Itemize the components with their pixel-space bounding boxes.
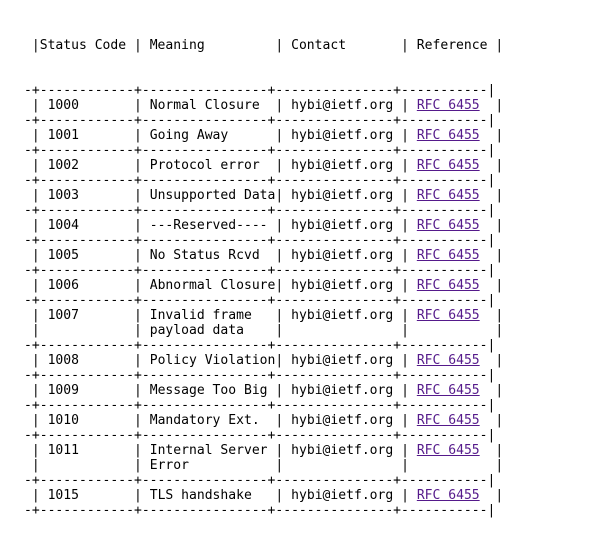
cell-contact: hybi@ietf.org	[291, 278, 402, 293]
row-separator: -+------------+----------------+--------…	[24, 233, 496, 248]
row-separator: -+------------+----------------+--------…	[24, 83, 496, 98]
table-row: | | payload data | | |	[24, 323, 504, 338]
cell-contact: hybi@ietf.org	[291, 248, 402, 263]
cell-status-code: 1010	[47, 413, 127, 428]
table-header: |Status Code | Meaning | Contact | Refer…	[24, 38, 504, 53]
row-separator: -+------------+----------------+--------…	[24, 503, 496, 518]
cell-contact	[291, 323, 401, 338]
table-row: | 1000 | Normal Closure | hybi@ietf.org …	[24, 98, 504, 113]
header-reference: Reference	[416, 38, 488, 53]
cell-meaning: Error	[149, 458, 276, 473]
row-separator: -+------------+----------------+--------…	[24, 398, 496, 413]
table-row: | 1002 | Protocol error | hybi@ietf.org …	[24, 158, 504, 173]
cell-meaning: No Status Rcvd	[149, 248, 276, 263]
cell-status-code: 1009	[47, 383, 127, 398]
cell-status-code: 1008	[47, 353, 127, 368]
row-separator: -+------------+----------------+--------…	[24, 203, 496, 218]
reference-link[interactable]: RFC 6455	[417, 353, 480, 368]
reference-link[interactable]: RFC 6455	[417, 218, 480, 233]
table-body: -+------------+----------------+--------…	[24, 83, 503, 518]
reference-link[interactable]: RFC 6455	[417, 443, 480, 458]
reference-link[interactable]: RFC 6455	[417, 248, 480, 263]
cell-status-code: 1002	[47, 158, 127, 173]
cell-meaning: Abnormal Closure	[149, 278, 276, 293]
table-row: | 1011 | Internal Server | hybi@ietf.org…	[24, 443, 504, 458]
reference-link[interactable]: RFC 6455	[417, 488, 480, 503]
reference-link[interactable]: RFC 6455	[417, 308, 480, 323]
row-separator: -+------------+----------------+--------…	[24, 143, 496, 158]
cell-meaning: Mandatory Ext.	[149, 413, 276, 428]
row-separator: -+------------+----------------+--------…	[24, 263, 496, 278]
reference-link[interactable]: RFC 6455	[417, 278, 480, 293]
cell-contact: hybi@ietf.org	[291, 383, 402, 398]
cell-status-code: 1001	[47, 128, 127, 143]
header-meaning: Meaning	[149, 38, 205, 53]
cell-meaning: Going Away	[149, 128, 276, 143]
row-separator: -+------------+----------------+--------…	[24, 338, 496, 353]
cell-status-code: 1005	[47, 248, 127, 263]
table-row: | 1007 | Invalid frame | hybi@ietf.org |…	[24, 308, 504, 323]
cell-status-code	[48, 323, 127, 338]
reference-link[interactable]: RFC 6455	[417, 158, 480, 173]
cell-meaning: ---Reserved----	[149, 218, 276, 233]
table-row: | 1001 | Going Away | hybi@ietf.org | RF…	[24, 128, 504, 143]
row-separator: -+------------+----------------+--------…	[24, 428, 496, 443]
reference-link[interactable]: RFC 6455	[417, 128, 480, 143]
cell-contact	[291, 458, 401, 473]
reference-link[interactable]: RFC 6455	[417, 98, 480, 113]
table-row: | 1015 | TLS handshake | hybi@ietf.org |…	[24, 488, 504, 503]
cell-contact: hybi@ietf.org	[291, 413, 402, 428]
table-row: | 1004 | ---Reserved---- | hybi@ietf.org…	[24, 218, 504, 233]
row-separator: -+------------+----------------+--------…	[24, 293, 496, 308]
cell-status-code	[48, 458, 127, 473]
table-row: | | Error | | |	[24, 458, 504, 473]
cell-meaning: Protocol error	[149, 158, 276, 173]
cell-contact: hybi@ietf.org	[291, 488, 402, 503]
table-row: | 1008 | Policy Violation| hybi@ietf.org…	[24, 353, 504, 368]
header-contact: Contact	[291, 38, 347, 53]
table-row: | 1006 | Abnormal Closure| hybi@ietf.org…	[24, 278, 504, 293]
cell-meaning: Policy Violation	[149, 353, 276, 368]
cell-meaning: Unsupported Data	[149, 188, 276, 203]
reference-link[interactable]: RFC 6455	[417, 413, 480, 428]
cell-status-code: 1003	[47, 188, 127, 203]
cell-contact: hybi@ietf.org	[291, 218, 402, 233]
table-row: | 1010 | Mandatory Ext. | hybi@ietf.org …	[24, 413, 504, 428]
cell-status-code: 1011	[47, 443, 127, 458]
cell-contact: hybi@ietf.org	[291, 443, 402, 458]
cell-contact: hybi@ietf.org	[291, 98, 402, 113]
cell-status-code: 1015	[47, 488, 127, 503]
cell-meaning: Internal Server	[149, 443, 276, 458]
cell-status-code: 1007	[47, 308, 127, 323]
cell-status-code: 1006	[47, 278, 127, 293]
reference-link[interactable]: RFC 6455	[417, 188, 480, 203]
row-separator: -+------------+----------------+--------…	[24, 113, 496, 128]
table-row: | 1009 | Message Too Big | hybi@ietf.org…	[24, 383, 504, 398]
cell-meaning: Message Too Big	[149, 383, 276, 398]
cell-status-code: 1000	[47, 98, 127, 113]
row-separator: -+------------+----------------+--------…	[24, 173, 496, 188]
cell-meaning: Normal Closure	[149, 98, 276, 113]
row-separator: -+------------+----------------+--------…	[24, 368, 496, 383]
cell-contact: hybi@ietf.org	[291, 308, 402, 323]
table-row: | 1003 | Unsupported Data| hybi@ietf.org…	[24, 188, 504, 203]
cell-meaning: TLS handshake	[149, 488, 276, 503]
cell-status-code: 1004	[47, 218, 127, 233]
status-code-table: |Status Code | Meaning | Contact | Refer…	[24, 8, 503, 533]
cell-contact: hybi@ietf.org	[291, 188, 402, 203]
header-status-code: Status Code	[39, 38, 127, 53]
cell-contact: hybi@ietf.org	[291, 353, 402, 368]
cell-contact: hybi@ietf.org	[291, 128, 402, 143]
reference-link[interactable]: RFC 6455	[417, 383, 480, 398]
cell-meaning: payload data	[149, 323, 276, 338]
cell-contact: hybi@ietf.org	[291, 158, 402, 173]
table-row: | 1005 | No Status Rcvd | hybi@ietf.org …	[24, 248, 504, 263]
cell-meaning: Invalid frame	[149, 308, 276, 323]
row-separator: -+------------+----------------+--------…	[24, 473, 496, 488]
